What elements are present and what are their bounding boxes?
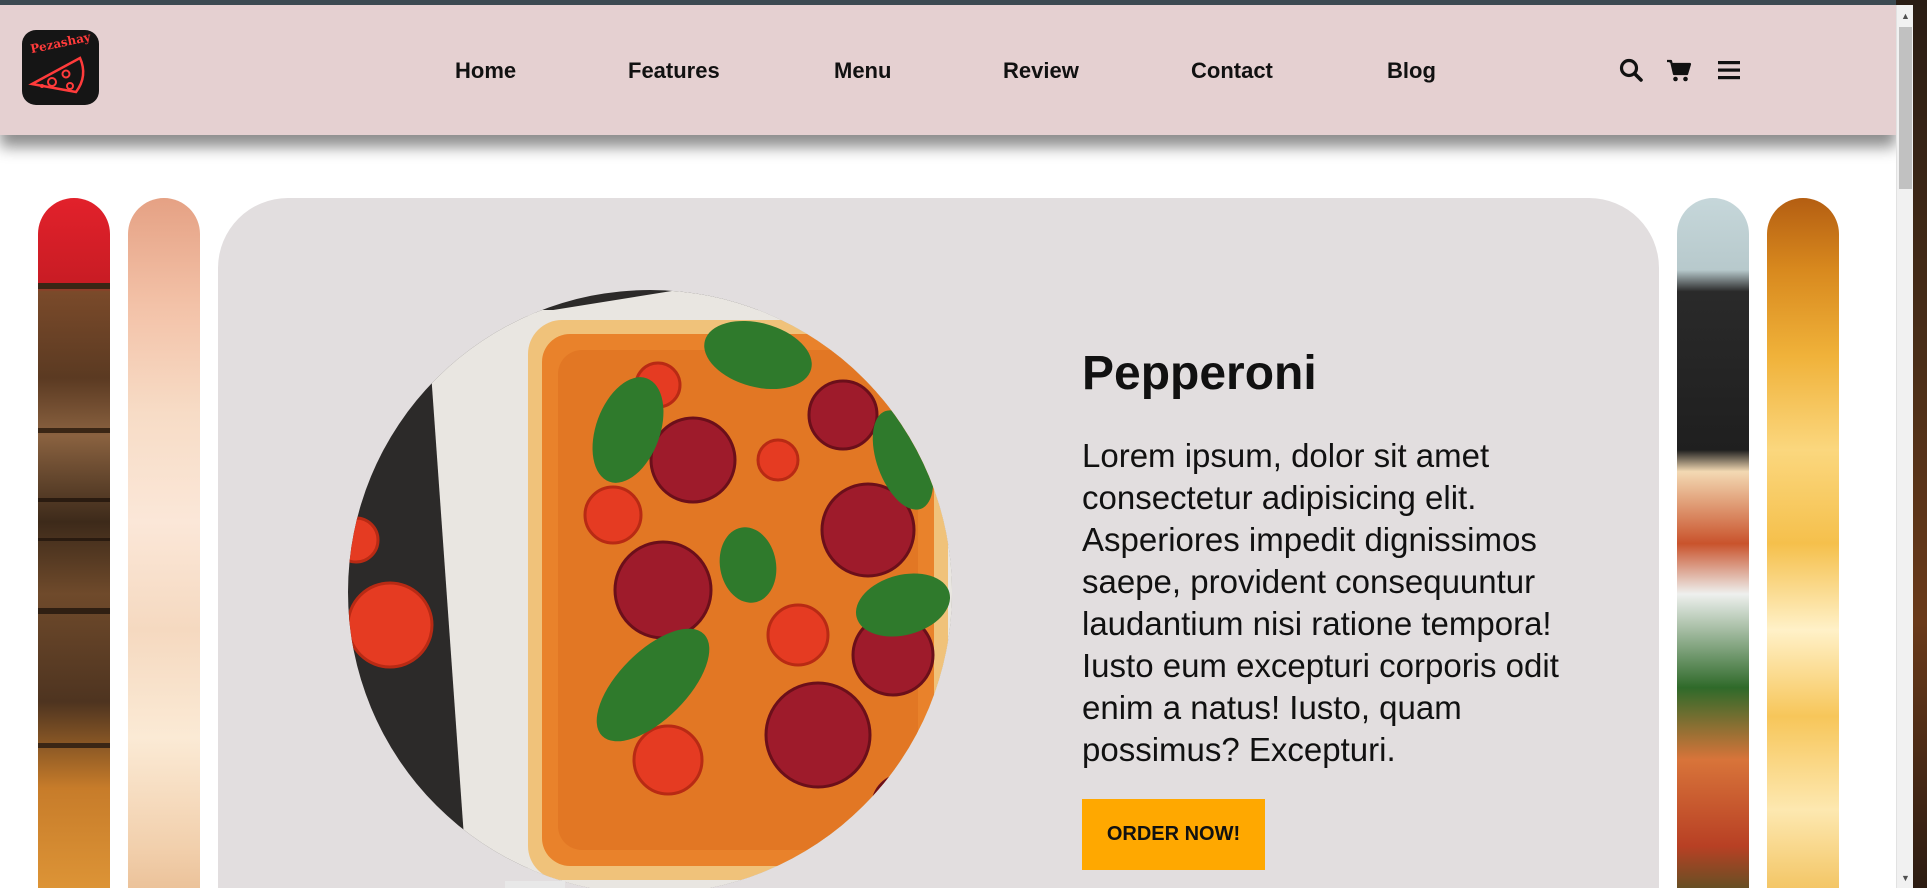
slide-thumbnail-2[interactable] [128,198,200,888]
search-icon[interactable] [1618,57,1644,83]
nav-link-contact[interactable]: Contact [1191,58,1273,84]
cart-icon[interactable] [1666,57,1692,83]
scroll-down-arrow-icon[interactable]: ▼ [1897,870,1914,888]
nav-link-blog[interactable]: Blog [1387,58,1436,84]
slide-thumbnail-1[interactable] [38,198,110,888]
wood-grain-decoration [38,283,110,748]
slide-thumbnail-4[interactable] [1767,198,1839,888]
horizontal-scroll-indicator [505,881,565,888]
nav-link-features[interactable]: Features [628,58,720,84]
nav-link-menu[interactable]: Menu [834,58,891,84]
slide-thumbnail-3[interactable] [1677,198,1749,888]
nav-link-review[interactable]: Review [1003,58,1079,84]
scrollbar-thumb[interactable] [1899,27,1912,189]
site-header: Pezashay Home Features Menu Review Conta… [0,5,1896,135]
brand-logo[interactable]: Pezashay [22,30,99,105]
menu-icon[interactable] [1716,57,1742,83]
product-description: Lorem ipsum, dolor sit amet consectetur … [1082,437,1559,768]
pizza-illustration [348,290,952,888]
hero-card: Pepperoni Lorem ipsum, dolor sit amet co… [218,198,1659,888]
order-now-button[interactable]: ORDER NOW! [1082,799,1265,870]
vertical-scrollbar[interactable]: ▲ ▼ [1896,5,1913,888]
pizza-slice-logo-icon [28,56,85,94]
pepperoni-pizza-image [348,290,952,888]
page-viewport: Pezashay Home Features Menu Review Conta… [0,5,1896,888]
scroll-up-arrow-icon[interactable]: ▲ [1897,5,1914,23]
product-title: Pepperoni [1082,347,1317,400]
nav-link-home[interactable]: Home [455,58,516,84]
